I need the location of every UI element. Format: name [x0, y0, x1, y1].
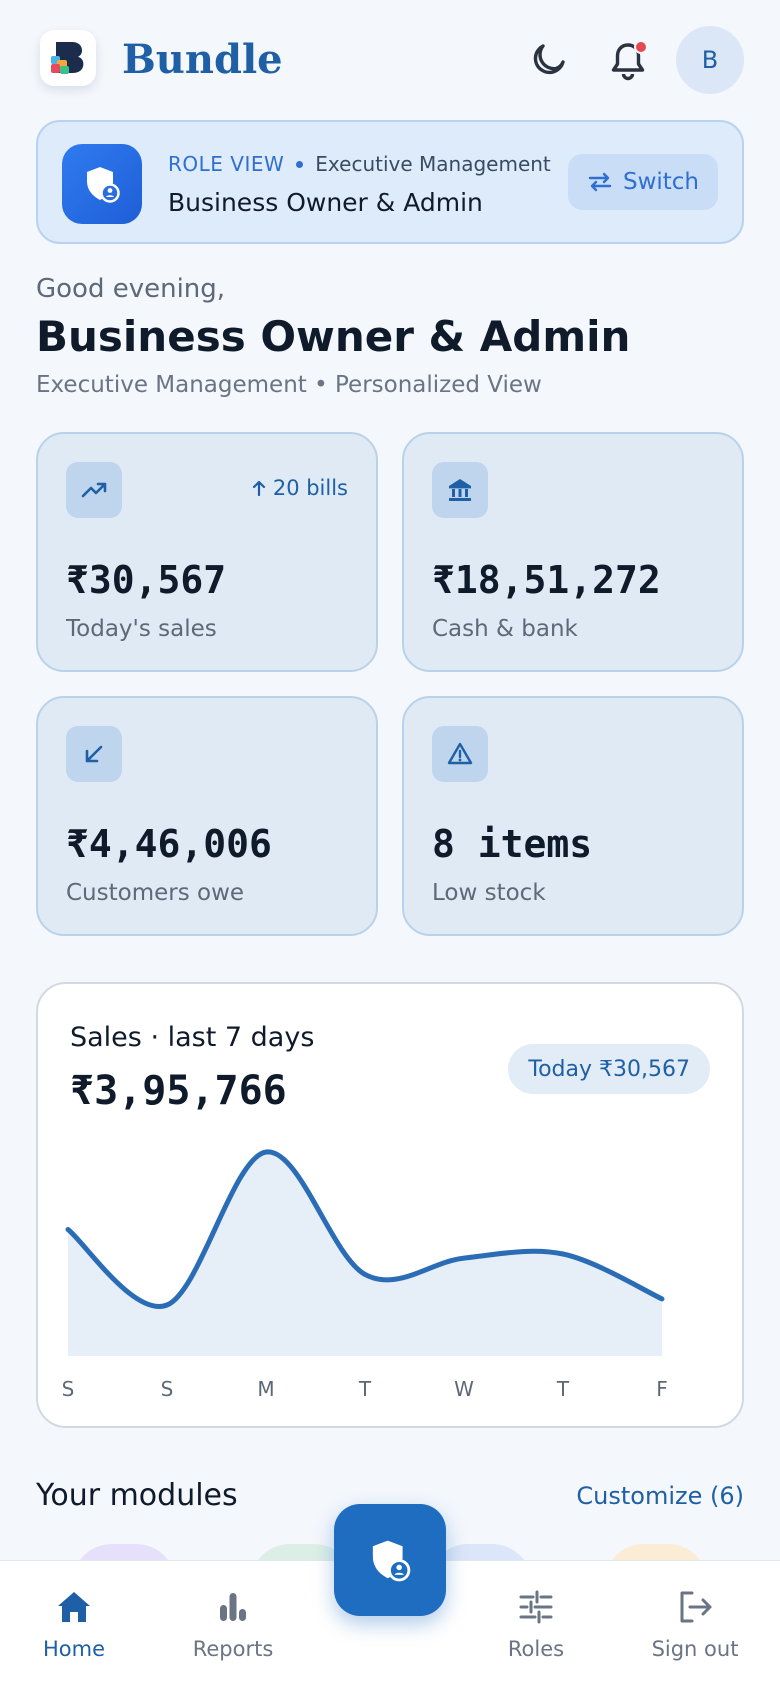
stat-label: Low stock — [432, 880, 546, 906]
trend-up-icon — [66, 462, 122, 518]
nav-reports-label: Reports — [192, 1637, 274, 1661]
stat-value: ₹30,567 — [66, 558, 227, 602]
nav-sign-out[interactable]: Sign out — [625, 1589, 765, 1661]
notification-badge — [634, 40, 648, 54]
brand-name: Bundle — [122, 36, 283, 83]
role-department: Executive Management — [315, 152, 551, 176]
modules-heading: Your modules — [36, 1478, 238, 1513]
sign-out-icon — [680, 1591, 712, 1623]
stat-value: ₹4,46,006 — [66, 822, 272, 866]
x-tick-label: T — [358, 1377, 372, 1401]
stat-label: Cash & bank — [432, 616, 578, 642]
swap-arrows-icon — [588, 172, 612, 192]
bundle-logo-icon[interactable] — [40, 30, 96, 86]
role-shield-fab-button[interactable] — [334, 1504, 446, 1616]
user-avatar[interactable]: B — [676, 26, 744, 94]
role-view-tag: ROLE VIEW — [168, 152, 285, 176]
x-tick-label: S — [62, 1377, 75, 1401]
separator-dot — [296, 160, 304, 168]
stat-value: 8 items — [432, 822, 593, 866]
switch-role-button[interactable]: Switch — [568, 154, 718, 210]
sales-chart-card[interactable]: S S M T W T F Sales · last 7 days ₹3,95,766 To… — [36, 982, 744, 1428]
stat-card-todays-sales[interactable]: 20 bills ₹30,567 Today's sales — [36, 432, 378, 672]
greeting-salutation: Good evening, — [36, 274, 226, 304]
x-tick-label: T — [556, 1377, 570, 1401]
stat-card-low-stock[interactable]: 8 items Low stock — [402, 696, 744, 936]
chart-title: Sales · last 7 days — [70, 1022, 315, 1053]
arrow-down-left-icon — [66, 726, 122, 782]
x-tick-label: W — [454, 1377, 474, 1401]
stat-value: ₹18,51,272 — [432, 558, 661, 602]
greeting-name: Business Owner & Admin — [36, 312, 631, 361]
bills-trend: 20 bills — [251, 476, 348, 500]
app-header: Bundle B — [0, 0, 780, 120]
nav-roles[interactable]: Roles — [466, 1589, 606, 1661]
nav-roles-label: Roles — [507, 1637, 565, 1661]
nav-reports[interactable]: Reports — [163, 1589, 303, 1661]
sales-area-fill — [68, 1151, 662, 1356]
warning-icon — [432, 726, 488, 782]
bar-chart-icon — [220, 1593, 246, 1621]
stat-card-customers-owe[interactable]: ₹4,46,006 Customers owe — [36, 696, 378, 936]
stat-card-cash-bank[interactable]: ₹18,51,272 Cash & bank — [402, 432, 744, 672]
greeting-subtitle: Executive Management • Personalized View — [36, 372, 542, 398]
stat-label: Today's sales — [66, 616, 217, 642]
today-sales-pill: Today ₹30,567 — [508, 1044, 710, 1094]
role-title: Business Owner & Admin — [168, 188, 483, 217]
home-icon — [58, 1592, 90, 1622]
nav-sign-out-label: Sign out — [651, 1637, 739, 1661]
x-tick-label: F — [656, 1377, 668, 1401]
sliders-icon — [519, 1590, 553, 1624]
arrow-up-icon — [252, 480, 265, 497]
role-view-card: ROLE VIEW Executive Management Business … — [36, 120, 744, 244]
dark-mode-moon-icon[interactable] — [528, 40, 568, 80]
nav-home-label: Home — [42, 1637, 105, 1661]
switch-label: Switch — [622, 169, 700, 195]
x-tick-label: M — [257, 1377, 274, 1401]
bank-icon — [432, 462, 488, 518]
role-view-label: ROLE VIEW Executive Management — [168, 152, 551, 176]
shield-user-icon — [372, 1540, 411, 1582]
chart-total: ₹3,95,766 — [70, 1068, 287, 1114]
nav-home[interactable]: Home — [4, 1589, 144, 1661]
role-shield-icon — [62, 144, 142, 224]
stat-label: Customers owe — [66, 880, 245, 906]
customize-modules-link[interactable]: Customize (6) — [576, 1482, 744, 1510]
bills-count: 20 bills — [272, 476, 348, 500]
x-tick-label: S — [161, 1377, 174, 1401]
